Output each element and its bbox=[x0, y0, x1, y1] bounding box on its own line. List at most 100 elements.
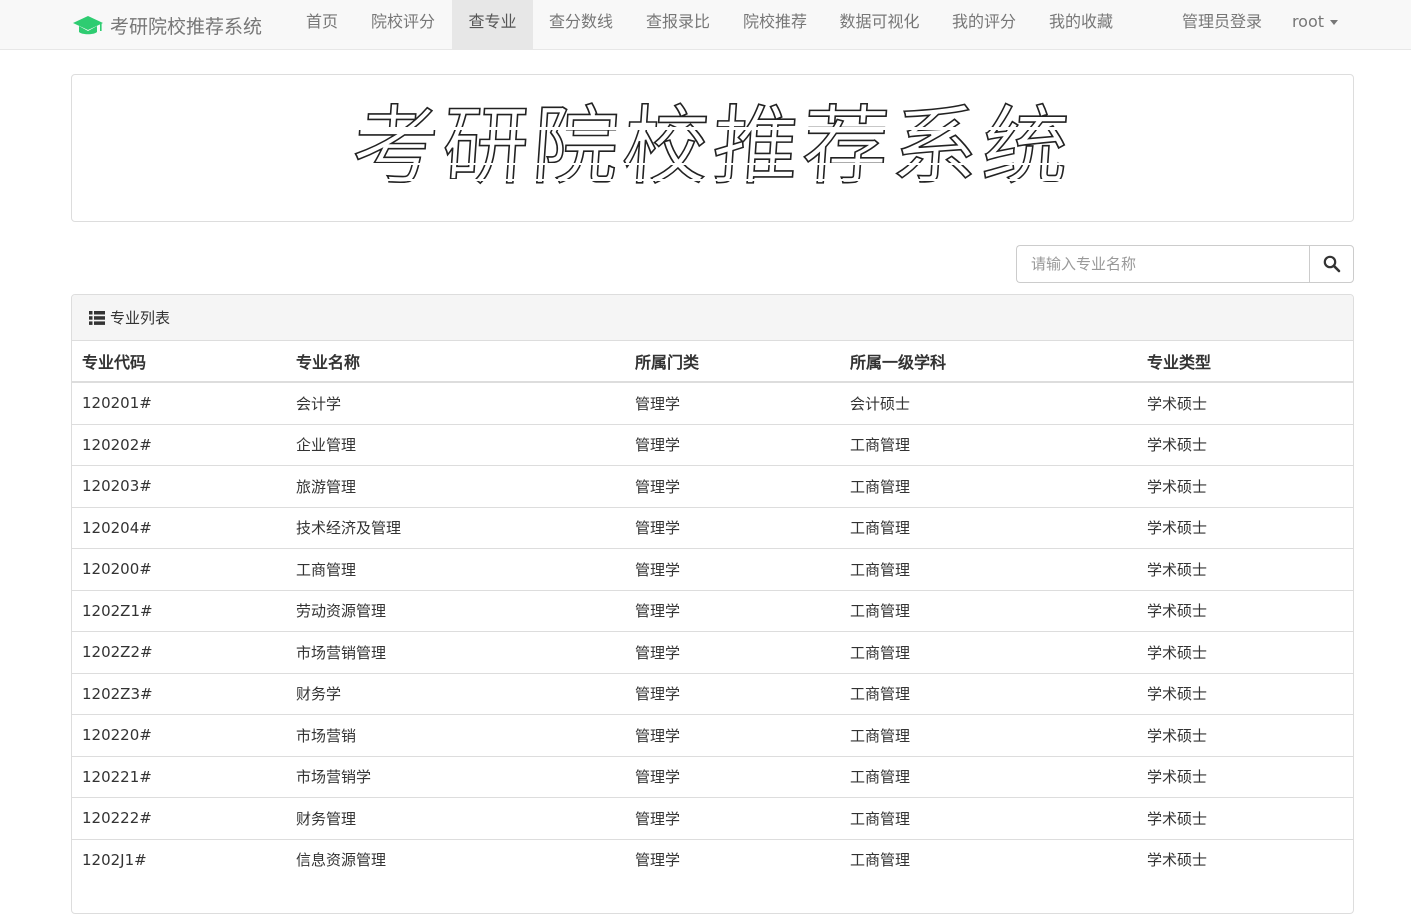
table-cell: 管理学 bbox=[625, 755, 840, 798]
table-cell: 工商管理 bbox=[840, 465, 1137, 507]
table-row[interactable]: 1202Z1# 劳动资源管理 管理学 工商管理 学术硕士 bbox=[72, 589, 1353, 632]
table-cell: 管理学 bbox=[625, 548, 840, 590]
table-cell: 1202Z3# bbox=[72, 672, 286, 715]
table-cell: 120220# bbox=[72, 714, 286, 756]
table-cell: 信息资源管理 bbox=[286, 838, 625, 880]
table-cell: 旅游管理 bbox=[286, 465, 625, 507]
table-cell: 学术硕士 bbox=[1137, 589, 1353, 632]
panel-title: 专业列表 bbox=[110, 309, 171, 327]
nav-school-recommend[interactable]: 院校推荐 bbox=[727, 0, 823, 49]
caret-down-icon bbox=[1330, 20, 1339, 25]
table-cell: 学术硕士 bbox=[1137, 506, 1353, 549]
banner-glitch-slice bbox=[352, 127, 1072, 130]
table-cell: 工商管理 bbox=[840, 506, 1137, 549]
table-cell: 学术硕士 bbox=[1137, 381, 1353, 424]
nav-major-search[interactable]: 查专业 bbox=[452, 0, 533, 49]
table-cell: 技术经济及管理 bbox=[286, 506, 625, 549]
table-row[interactable]: 1202J1# 信息资源管理 管理学 工商管理 学术硕士 bbox=[72, 838, 1353, 880]
table-row[interactable]: 120204# 技术经济及管理 管理学 工商管理 学术硕士 bbox=[72, 506, 1353, 549]
table-cell: 学术硕士 bbox=[1137, 548, 1353, 590]
table-cell: 1202J1# bbox=[72, 838, 286, 880]
table-cell: 市场营销学 bbox=[286, 755, 625, 798]
table-cell: 财务管理 bbox=[286, 797, 625, 839]
column-header: 专业代码 bbox=[72, 341, 286, 383]
column-header: 专业名称 bbox=[286, 341, 625, 383]
table-cell: 工商管理 bbox=[840, 672, 1137, 715]
table-cell: 1202Z1# bbox=[72, 589, 286, 632]
table-cell: 管理学 bbox=[625, 589, 840, 632]
nav-admission-ratio[interactable]: 查报录比 bbox=[630, 0, 726, 49]
table-row[interactable]: 120220# 市场营销 管理学 工商管理 学术硕士 bbox=[72, 714, 1353, 756]
major-table: 专业代码 专业名称 所属门类 所属一级学科 专业类型 120201# 会计学 管理学… bbox=[72, 341, 1353, 880]
user-dropdown[interactable]: root bbox=[1280, 0, 1350, 49]
search-button[interactable] bbox=[1309, 245, 1354, 283]
table-row[interactable]: 120221# 市场营销学 管理学 工商管理 学术硕士 bbox=[72, 755, 1353, 798]
table-cell: 管理学 bbox=[625, 381, 840, 424]
table-cell: 管理学 bbox=[625, 714, 840, 756]
top-navbar: 考研院校推荐系统 首页 院校评分 查专业 查分数线 查报录比 院校推荐 数据可视… bbox=[0, 0, 1411, 50]
brand-link[interactable]: 考研院校推荐系统 bbox=[72, 0, 262, 50]
table-cell: 工商管理 bbox=[840, 631, 1137, 673]
admin-login-link[interactable]: 管理员登录 bbox=[1166, 0, 1278, 49]
table-cell: 管理学 bbox=[625, 838, 840, 880]
table-cell: 工商管理 bbox=[840, 548, 1137, 590]
table-row[interactable]: 120201# 会计学 管理学 会计硕士 学术硕士 bbox=[72, 381, 1353, 424]
table-cell: 120222# bbox=[72, 797, 286, 839]
nav-score-line[interactable]: 查分数线 bbox=[533, 0, 629, 49]
nav-my-ratings[interactable]: 我的评分 bbox=[936, 0, 1032, 49]
table-cell: 学术硕士 bbox=[1137, 838, 1353, 880]
table-cell: 120202# bbox=[72, 423, 286, 466]
table-cell: 1202Z2# bbox=[72, 631, 286, 673]
table-cell: 管理学 bbox=[625, 797, 840, 839]
table-row[interactable]: 1202Z3# 财务学 管理学 工商管理 学术硕士 bbox=[72, 672, 1353, 715]
table-cell: 学术硕士 bbox=[1137, 423, 1353, 466]
table-cell: 学术硕士 bbox=[1137, 672, 1353, 715]
table-cell: 企业管理 bbox=[286, 423, 625, 466]
table-cell: 管理学 bbox=[625, 465, 840, 507]
table-row[interactable]: 120222# 财务管理 管理学 工商管理 学术硕士 bbox=[72, 797, 1353, 839]
table-cell: 120204# bbox=[72, 506, 286, 549]
search-icon bbox=[1323, 255, 1340, 273]
table-cell: 财务学 bbox=[286, 672, 625, 715]
table-cell: 会计学 bbox=[286, 381, 625, 424]
table-cell: 120201# bbox=[72, 381, 286, 424]
table-row[interactable]: 1202Z2# 市场营销管理 管理学 工商管理 学术硕士 bbox=[72, 631, 1353, 673]
table-cell: 劳动资源管理 bbox=[286, 589, 625, 632]
table-cell: 学术硕士 bbox=[1137, 714, 1353, 756]
column-header: 专业类型 bbox=[1137, 341, 1353, 383]
table-row[interactable]: 120200# 工商管理 管理学 工商管理 学术硕士 bbox=[72, 548, 1353, 590]
search-input[interactable] bbox=[1016, 245, 1310, 283]
table-cell: 会计硕士 bbox=[840, 381, 1137, 424]
list-icon bbox=[89, 310, 105, 325]
table-row[interactable]: 120202# 企业管理 管理学 工商管理 学术硕士 bbox=[72, 423, 1353, 466]
nav-school-rating[interactable]: 院校评分 bbox=[355, 0, 451, 49]
table-cell: 120221# bbox=[72, 755, 286, 798]
table-cell: 工商管理 bbox=[840, 797, 1137, 839]
banner-title: 考研院校推荐系统 bbox=[348, 96, 1077, 198]
user-name: root bbox=[1291, 12, 1325, 31]
table-cell: 管理学 bbox=[625, 631, 840, 673]
brand-title: 考研院校推荐系统 bbox=[110, 15, 263, 38]
column-header: 所属一级学科 bbox=[840, 341, 1137, 383]
table-cell: 学术硕士 bbox=[1137, 465, 1353, 507]
graduation-cap-icon bbox=[73, 16, 103, 35]
table-cell: 工商管理 bbox=[840, 714, 1137, 756]
banner-glitch-slice bbox=[372, 163, 1072, 165]
table-cell: 管理学 bbox=[625, 506, 840, 549]
table-cell: 管理学 bbox=[625, 423, 840, 466]
table-header-row: 专业代码 专业名称 所属门类 所属一级学科 专业类型 bbox=[72, 341, 1353, 383]
major-list-panel: 专业列表 专业代码 专业名称 所属门类 所属一级学科 专业类型 120201# 会… bbox=[71, 294, 1354, 914]
table-row[interactable]: 120203# 旅游管理 管理学 工商管理 学术硕士 bbox=[72, 465, 1353, 507]
table-cell: 工商管理 bbox=[840, 589, 1137, 632]
banner: 考研院校推荐系统 bbox=[71, 74, 1354, 222]
table-cell: 工商管理 bbox=[840, 755, 1137, 798]
column-header: 所属门类 bbox=[625, 341, 840, 383]
nav-home[interactable]: 首页 bbox=[290, 0, 354, 49]
table-cell: 工商管理 bbox=[840, 838, 1137, 880]
table-cell: 120203# bbox=[72, 465, 286, 507]
table-cell: 市场营销 bbox=[286, 714, 625, 756]
table-cell: 120200# bbox=[72, 548, 286, 590]
table-cell: 管理学 bbox=[625, 672, 840, 715]
nav-data-visualization[interactable]: 数据可视化 bbox=[824, 0, 935, 49]
nav-my-favorites[interactable]: 我的收藏 bbox=[1033, 0, 1129, 49]
